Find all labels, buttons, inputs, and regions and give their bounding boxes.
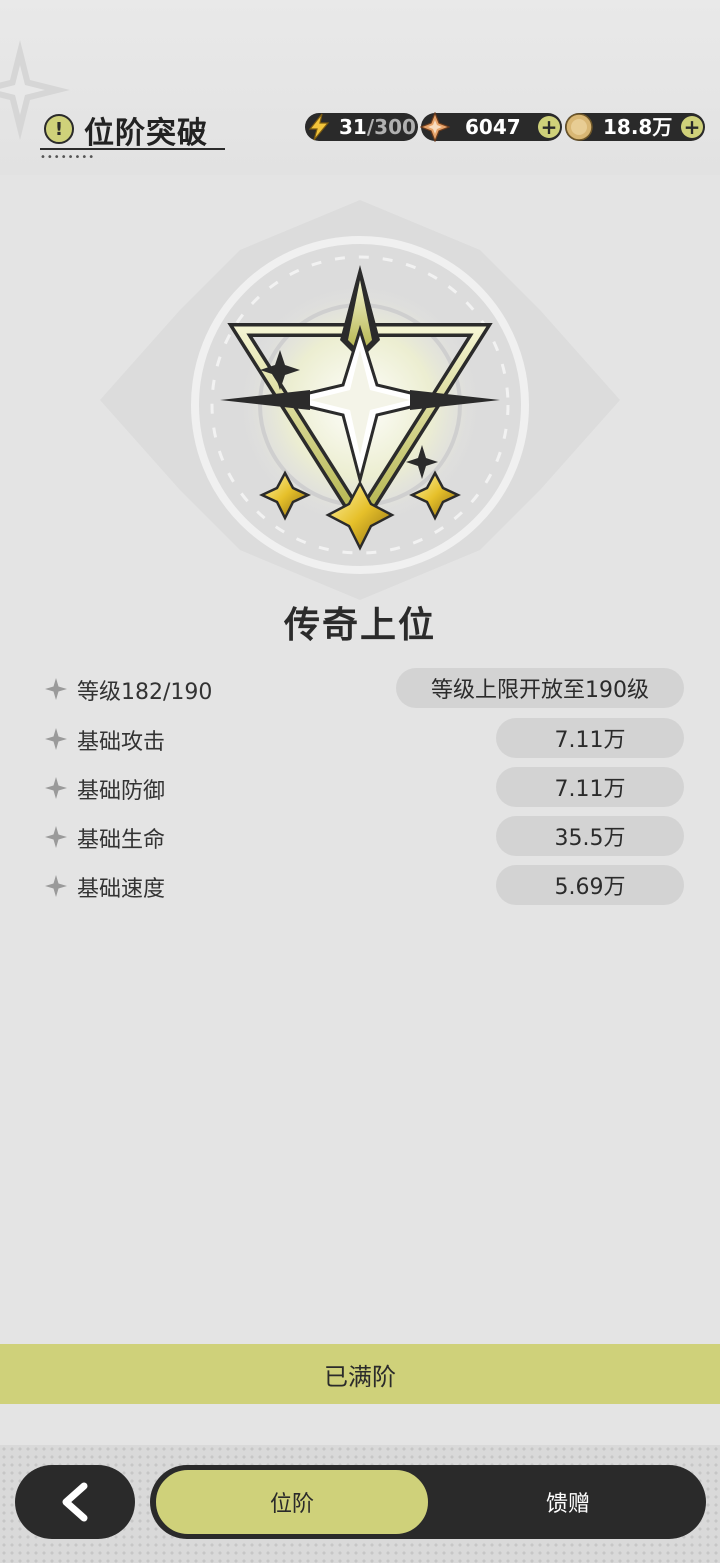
bottom-navigation: 位阶 馈赠 — [0, 1445, 720, 1563]
stat-value-pill: 35.5万 — [496, 816, 684, 856]
stat-value-pill: 7.11万 — [496, 767, 684, 807]
gem-amount: 6047 — [465, 115, 521, 139]
energy-max: /300 — [366, 115, 416, 139]
stat-label: 等级182/190 — [77, 680, 213, 705]
title-dots-decoration: •••••••• — [40, 152, 96, 163]
coin-amount: 18.8万 — [603, 115, 673, 139]
add-coins-button[interactable]: + — [681, 116, 703, 138]
stat-value-pill: 7.11万 — [496, 718, 684, 758]
gem-counter[interactable]: 6047 + — [419, 111, 562, 143]
stat-row-health: 基础生命 35.5万 — [44, 816, 684, 858]
stat-label: 基础生命 — [77, 828, 166, 853]
energy-current: 31 — [339, 115, 367, 139]
rank-name: 传奇上位 — [283, 605, 436, 646]
page-title: 位阶突破 — [84, 116, 208, 151]
sparkle-icon — [45, 826, 67, 848]
energy-counter[interactable]: 31/300 — [305, 113, 418, 141]
info-icon[interactable]: ! — [44, 114, 74, 144]
sparkle-icon — [45, 777, 67, 799]
stat-label: 基础防御 — [77, 779, 166, 804]
stat-label: 基础攻击 — [77, 730, 166, 755]
chevron-left-icon — [62, 1482, 88, 1522]
stat-row-level: 等级182/190 等级上限开放至190级 — [44, 668, 684, 710]
add-gems-button[interactable]: + — [538, 116, 560, 138]
header-bar: ! 位阶突破 •••••••• 31/300 6047 + 18.8万 + — [0, 0, 720, 175]
stat-value-pill: 5.69万 — [496, 865, 684, 905]
tab-gift[interactable]: 馈赠 — [430, 1468, 706, 1536]
coin-icon — [563, 111, 595, 143]
stat-row-attack: 基础攻击 7.11万 — [44, 718, 684, 760]
sparkle-icon — [45, 728, 67, 750]
max-rank-banner: 已满阶 — [0, 1344, 720, 1404]
crystal-gem-icon — [419, 111, 451, 143]
stat-row-defense: 基础防御 7.11万 — [44, 767, 684, 809]
tab-bar: 位阶 馈赠 — [150, 1465, 706, 1539]
back-button[interactable] — [15, 1465, 135, 1539]
title-underline — [40, 148, 225, 150]
stat-row-speed: 基础速度 5.69万 — [44, 865, 684, 907]
stat-label: 基础速度 — [77, 877, 166, 902]
rank-emblem-icon — [100, 200, 620, 600]
sparkle-icon — [45, 875, 67, 897]
coin-counter[interactable]: 18.8万 + — [565, 113, 705, 141]
stat-value-pill: 等级上限开放至190级 — [396, 668, 684, 708]
sparkle-icon — [45, 678, 67, 700]
tab-rank[interactable]: 位阶 — [154, 1468, 430, 1536]
lightning-icon — [303, 111, 335, 143]
